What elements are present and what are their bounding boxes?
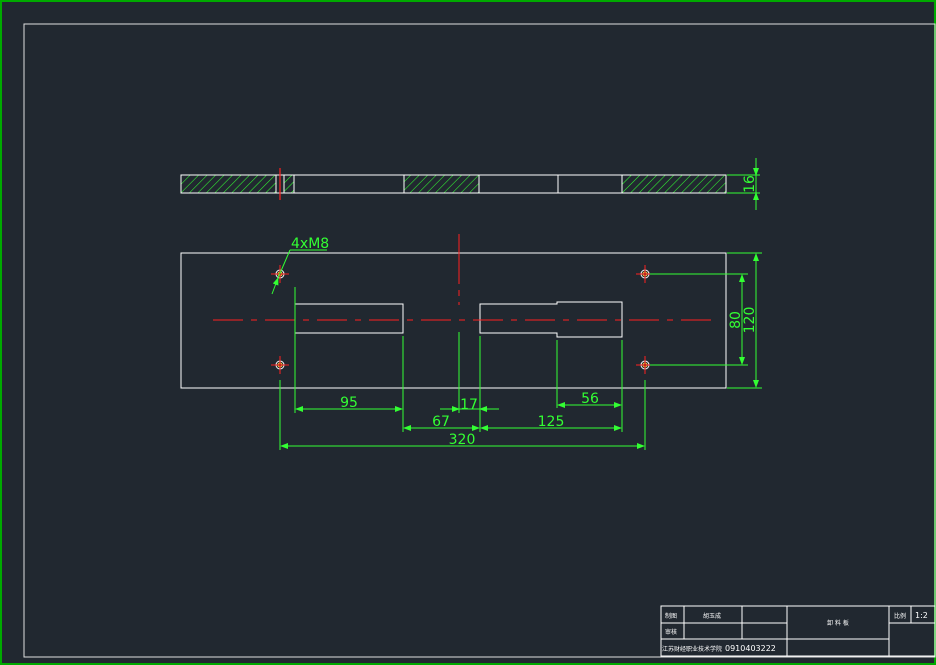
hatch-hole (284, 175, 294, 193)
outer-frame (0, 0, 936, 665)
hatch-middle (404, 175, 479, 193)
dim-17: 17 (460, 397, 478, 413)
dim-95: 95 (340, 395, 358, 411)
callout-4xm8: 4xM8 (291, 236, 329, 252)
tb-scale-value: 1:2 (915, 611, 928, 620)
section-view: 16 (180, 158, 760, 210)
title-block: 制图 胡玉成 审核 江苏财经职业技术学院 0910403222 卸 料 板 比例… (660, 605, 936, 657)
callout-leader (271, 277, 279, 295)
tb-part-name: 卸 料 板 (827, 619, 849, 627)
tb-school: 江苏财经职业技术学院 (662, 645, 722, 653)
tb-drawing-number: 0910403222 (725, 644, 776, 653)
hatch-right (622, 175, 726, 193)
tb-scale-label: 比例 (894, 612, 906, 620)
plan-view: 4xM8 95 17 56 67 125 320 80 120 (180, 234, 762, 450)
dim-320: 320 (449, 432, 476, 448)
tb-drawn-name: 胡玉成 (703, 612, 721, 620)
hatch-left (181, 175, 276, 193)
left-slot (294, 303, 404, 334)
dim-56: 56 (581, 391, 599, 407)
cad-drawing-canvas: 16 4xM8 95 17 56 67 125 320 80 120 制图 胡玉… (0, 0, 936, 665)
dim-125: 125 (538, 414, 565, 430)
hole-bottom-left (271, 356, 289, 374)
dim-67: 67 (432, 414, 450, 430)
dim-120: 120 (742, 307, 758, 334)
tb-drawn-label: 制图 (665, 612, 677, 620)
dim-16: 16 (742, 175, 758, 193)
tb-checked-label: 审核 (665, 628, 677, 636)
